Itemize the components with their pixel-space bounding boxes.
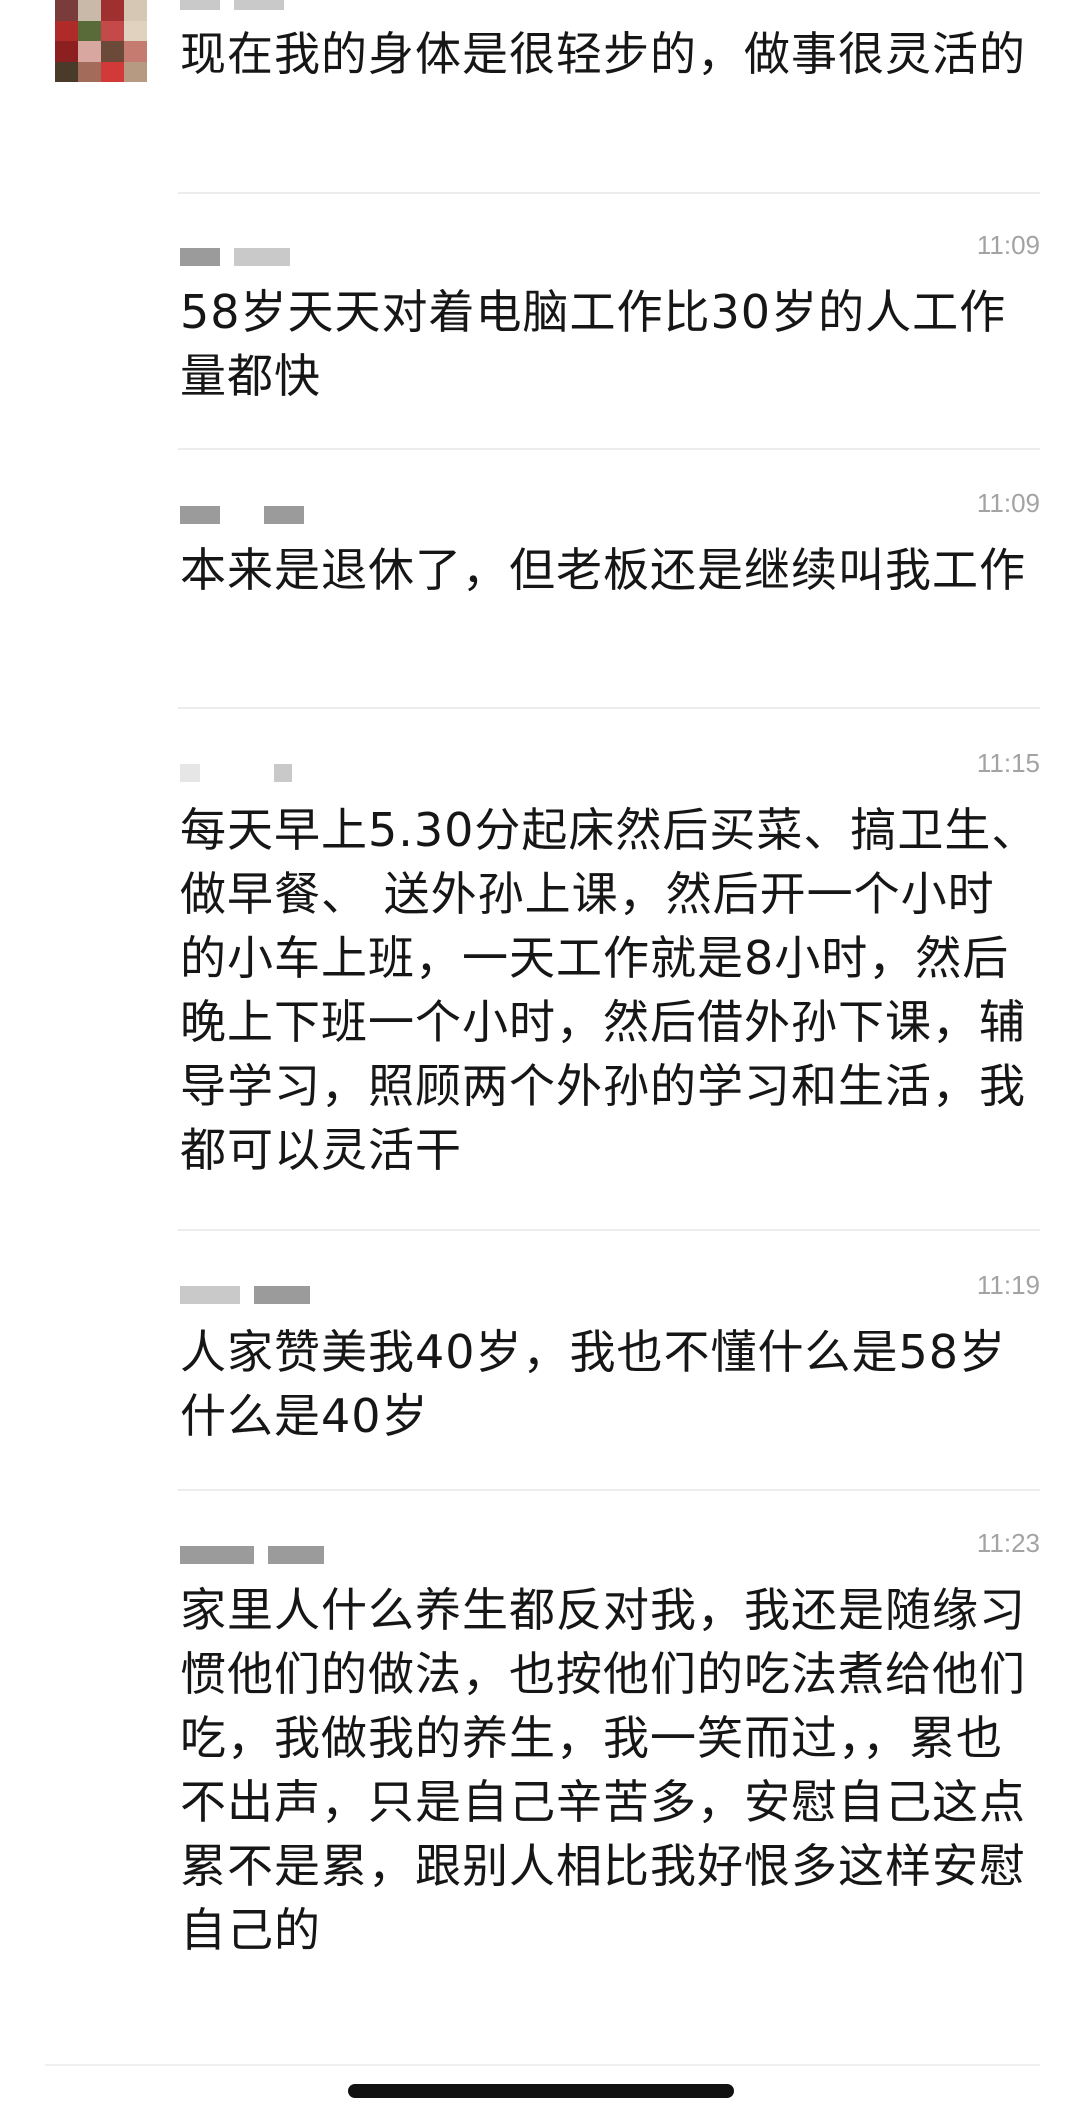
message-time: 11:09 [976,230,1040,260]
sender-name-obscured [180,0,380,10]
divider [178,192,1040,194]
message-time: 11:19 [976,1270,1040,1300]
divider [178,448,1040,450]
sender-name-obscured [180,764,380,782]
message-text: 现在我的身体是很轻步的，做事很灵活的 [180,27,1026,81]
home-indicator[interactable] [348,2084,734,2098]
chat-thread[interactable]: 现在我的身体是很轻步的，做事很灵活的 11:09 58岁天天对着电脑工作比30岁… [0,0,1080,2122]
divider [178,1229,1040,1231]
sender-avatar[interactable] [55,0,147,82]
sender-name-obscured [180,1546,380,1564]
message-text: 本来是退休了，但老板还是继续叫我工作 [180,543,1026,597]
message-time: 11:09 [976,488,1040,518]
message-text: 家里人什么养生都反对我，我还是随缘习惯他们的做法，也按他们的吃法煮给他们吃，我做… [180,1583,1026,1957]
message-time: 11:15 [976,748,1040,778]
message-text: 人家赞美我40岁，我也不懂什么是58岁什么是40岁 [180,1325,1007,1443]
sender-name-obscured [180,506,380,524]
divider [178,707,1040,709]
message-text: 58岁天天对着电脑工作比30岁的人工作量都快 [180,285,1007,403]
divider [178,1489,1040,1491]
divider [45,2064,1040,2066]
message-text: 每天早上5.30分起床然后买菜、搞卫生、做早餐、 送外孙上课，然后开一个小时的小… [180,803,1039,1177]
sender-name-obscured [180,1286,380,1304]
message-time: 11:23 [976,1528,1040,1558]
sender-name-obscured [180,248,380,266]
